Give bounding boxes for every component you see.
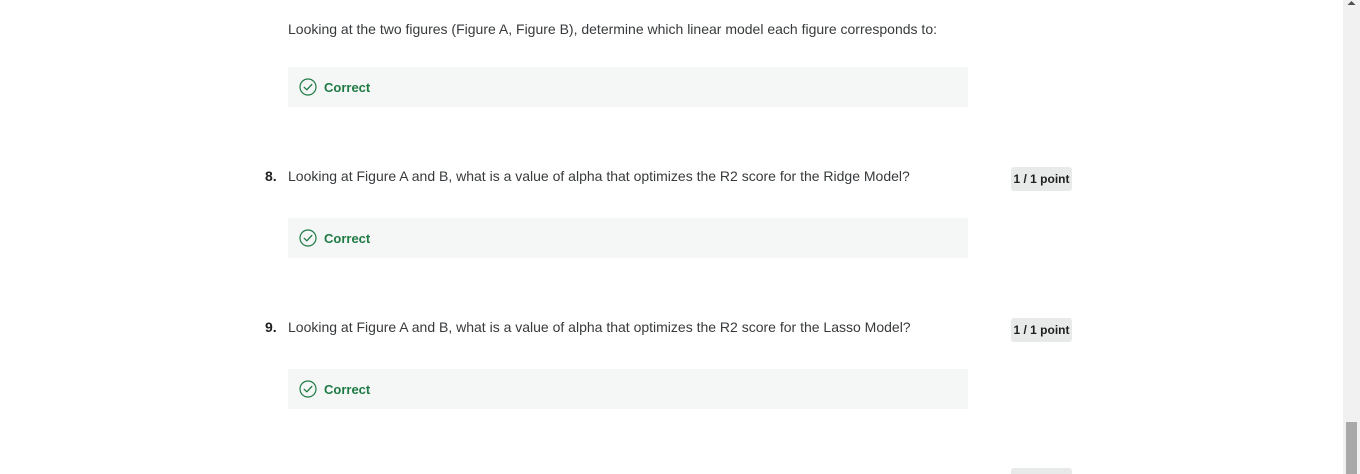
check-circle-icon [299,229,317,247]
question-8-text: Looking at Figure A and B, what is a val… [288,168,910,184]
feedback-label: Correct [324,79,371,95]
question-7-text: Looking at the two figures (Figure A, Fi… [288,21,937,37]
page-scrollbar[interactable] [1343,0,1360,474]
quiz-results-page: Looking at the two figures (Figure A, Fi… [0,0,1343,474]
feedback-label: Correct [324,381,371,397]
scrollbar-thumb[interactable] [1346,422,1357,474]
question-8-points-badge: 1 / 1 point [1011,167,1072,191]
question-7-feedback: Correct [288,67,968,107]
question-9-feedback: Correct [288,369,968,409]
question-8-feedback: Correct [288,218,968,258]
chevron-up-icon[interactable] [1343,0,1360,10]
feedback-label: Correct [324,230,371,246]
question-9-points-badge: 1 / 1 point [1011,318,1072,342]
question-9-number: 9. [265,319,277,335]
question-8-number: 8. [265,168,277,184]
question-10-points-badge [1011,468,1072,474]
check-circle-icon [299,380,317,398]
question-9-text: Looking at Figure A and B, what is a val… [288,319,911,335]
check-circle-icon [299,78,317,96]
